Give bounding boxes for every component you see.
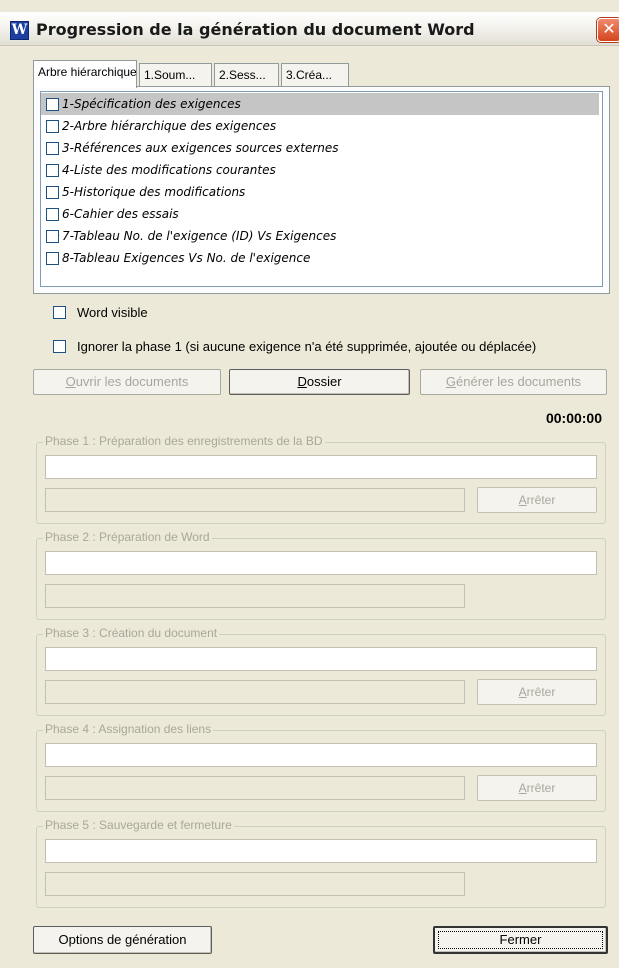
phase-4-progress-bar [45, 776, 465, 800]
word-visible-checkbox[interactable] [53, 306, 66, 319]
phase-2-group: Phase 2 : Préparation de Word [36, 530, 606, 620]
tree-item-checkbox[interactable] [46, 142, 59, 155]
phase-3-stop-button[interactable]: Arrêter [477, 679, 597, 705]
phase-1-group: Phase 1 : Préparation des enregistrement… [36, 434, 606, 524]
tree-item-checkbox[interactable] [46, 186, 59, 199]
phase-3-stop-mnemonic: A [518, 685, 527, 699]
phase-5-progress-bar [45, 872, 465, 896]
phase-5-status-field [45, 839, 597, 863]
tree-item-liste-modifications[interactable]: 4-Liste des modifications courantes [41, 159, 599, 181]
generate-documents-label: énérer les documents [456, 374, 582, 389]
phase-4-group: Phase 4 : Assignation des liens Arrêter [36, 722, 606, 812]
phase-1-stop-button[interactable]: Arrêter [477, 487, 597, 513]
phase-4-stop-mnemonic: A [518, 781, 527, 795]
tree-item-label: 2-Arbre hiérarchique des exigences [62, 119, 277, 133]
phase-4-stop-button[interactable]: Arrêter [477, 775, 597, 801]
phase-3-progress-bar [45, 680, 465, 704]
document-tree[interactable]: 1-Spécification des exigences 2-Arbre hi… [40, 91, 603, 287]
tree-item-checkbox[interactable] [46, 120, 59, 133]
phase-1-progress-bar [45, 488, 465, 512]
tree-item-checkbox[interactable] [46, 98, 59, 111]
folder-button[interactable]: Dossier [229, 369, 410, 395]
tree-item-tableau-id[interactable]: 7-Tableau No. de l'exigence (ID) Vs Exig… [41, 225, 599, 247]
window-title: Progression de la génération du document… [36, 20, 475, 39]
phase-2-progress-bar [45, 584, 465, 608]
generation-options-button[interactable]: Options de génération [33, 926, 212, 954]
phase-5-group: Phase 5 : Sauvegarde et fermeture [36, 818, 606, 908]
tab-arbre-hierarchique[interactable]: Arbre hiérarchique [33, 60, 137, 88]
tab-creation[interactable]: 3.Créa... [281, 63, 349, 86]
tree-item-label: 8-Tableau Exigences Vs No. de l'exigence [62, 251, 311, 265]
word-visible-label: Word visible [77, 305, 148, 320]
phase-1-stop-label: rrêter [526, 493, 556, 507]
tree-item-tableau-exigences[interactable]: 8-Tableau Exigences Vs No. de l'exigence [41, 247, 599, 269]
phase-1-stop-mnemonic: A [518, 493, 527, 507]
open-documents-mnemonic: O [65, 374, 76, 389]
phase-4-status-field [45, 743, 597, 767]
open-documents-label: uvrir les documents [75, 374, 189, 389]
tree-item-arbre[interactable]: 2-Arbre hiérarchique des exigences [41, 115, 599, 137]
phase-1-status-field [45, 455, 597, 479]
phase-2-legend: Phase 2 : Préparation de Word [43, 530, 212, 544]
elapsed-timer: 00:00:00 [545, 410, 602, 426]
tree-item-checkbox[interactable] [46, 252, 59, 265]
phase-2-status-field [45, 551, 597, 575]
ignore-phase1-checkbox[interactable] [53, 340, 66, 353]
tree-item-label: 6-Cahier des essais [62, 207, 179, 221]
phase-3-status-field [45, 647, 597, 671]
tree-item-checkbox[interactable] [46, 164, 59, 177]
folder-mnemonic: D [297, 374, 307, 389]
phase-1-legend: Phase 1 : Préparation des enregistrement… [43, 434, 325, 448]
tree-item-label: 5-Historique des modifications [62, 185, 246, 199]
tree-item-specification[interactable]: 1-Spécification des exigences [41, 93, 599, 115]
phase-3-legend: Phase 3 : Création du document [43, 626, 220, 640]
tree-item-historique[interactable]: 5-Historique des modifications [41, 181, 599, 203]
tree-item-references[interactable]: 3-Références aux exigences sources exter… [41, 137, 599, 159]
phase-4-stop-label: rrêter [526, 781, 556, 795]
tab-session[interactable]: 2.Sess... [214, 63, 279, 86]
tree-item-label: 3-Références aux exigences sources exter… [62, 141, 339, 155]
tree-item-label: 7-Tableau No. de l'exigence (ID) Vs Exig… [62, 229, 337, 243]
ignore-phase1-label: Ignorer la phase 1 (si aucune exigence n… [77, 339, 537, 354]
phase-3-group: Phase 3 : Création du document Arrêter [36, 626, 606, 716]
tree-item-cahier-essais[interactable]: 6-Cahier des essais [41, 203, 599, 225]
phase-4-legend: Phase 4 : Assignation des liens [43, 722, 214, 736]
tab-soumission[interactable]: 1.Soum... [139, 63, 212, 86]
tree-item-label: 1-Spécification des exigences [62, 97, 241, 111]
generation-progress-window: W Progression de la génération du docume… [0, 0, 619, 968]
phase-5-legend: Phase 5 : Sauvegarde et fermeture [43, 818, 234, 832]
tree-item-label: 4-Liste des modifications courantes [62, 163, 276, 177]
tab-panel-arbre: 1-Spécification des exigences 2-Arbre hi… [33, 86, 610, 294]
close-window-button[interactable]: ✕ [597, 18, 619, 42]
tree-item-checkbox[interactable] [46, 230, 59, 243]
close-button[interactable]: Fermer [433, 926, 608, 954]
phase-3-stop-label: rrêter [526, 685, 556, 699]
folder-label: ossier [306, 374, 342, 389]
generate-documents-button[interactable]: Générer les documents [420, 369, 607, 395]
generate-documents-mnemonic: G [445, 374, 457, 389]
word-app-icon: W [10, 21, 29, 40]
tree-item-checkbox[interactable] [46, 208, 59, 221]
open-documents-button[interactable]: Ouvrir les documents [33, 369, 221, 395]
